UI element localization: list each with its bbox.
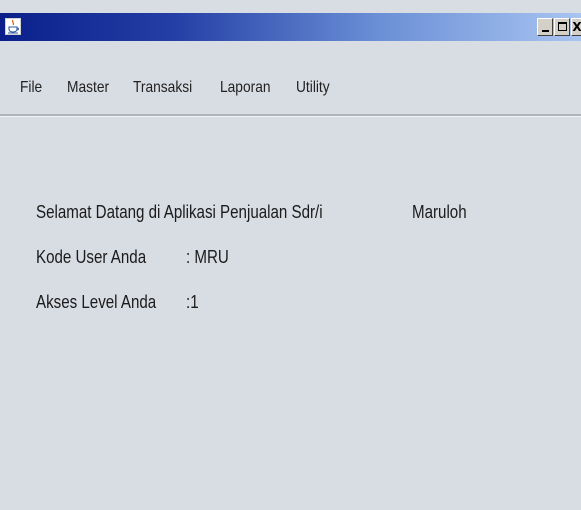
title-bar[interactable]: X bbox=[0, 13, 581, 41]
java-cup-icon[interactable] bbox=[5, 18, 21, 35]
access-level-label: Akses Level Anda bbox=[36, 292, 157, 312]
menu-utility[interactable]: Utility bbox=[296, 75, 330, 101]
access-level-value: :1 bbox=[186, 292, 199, 312]
close-icon: X bbox=[572, 20, 581, 34]
menu-master[interactable]: Master bbox=[67, 75, 109, 101]
menu-transaksi[interactable]: Transaksi bbox=[133, 75, 192, 101]
greeting-label: Selamat Datang di Aplikasi Penjualan Sdr… bbox=[36, 202, 323, 222]
maximize-icon bbox=[558, 22, 567, 31]
menu-laporan[interactable]: Laporan bbox=[220, 75, 270, 101]
user-name-value: Maruloh bbox=[412, 202, 467, 222]
menu-bar: File Master Transaksi Laporan Utility bbox=[0, 75, 581, 101]
menu-separator bbox=[0, 114, 581, 117]
user-code-value: : MRU bbox=[186, 247, 229, 267]
minimize-button[interactable] bbox=[537, 18, 553, 36]
close-button[interactable]: X bbox=[571, 18, 581, 36]
minimize-icon bbox=[542, 30, 549, 32]
user-code-label: Kode User Anda bbox=[36, 247, 147, 267]
main-window: X File Master Transaksi Laporan Utility … bbox=[0, 0, 581, 510]
maximize-button[interactable] bbox=[554, 18, 570, 36]
menu-file[interactable]: File bbox=[20, 75, 42, 101]
